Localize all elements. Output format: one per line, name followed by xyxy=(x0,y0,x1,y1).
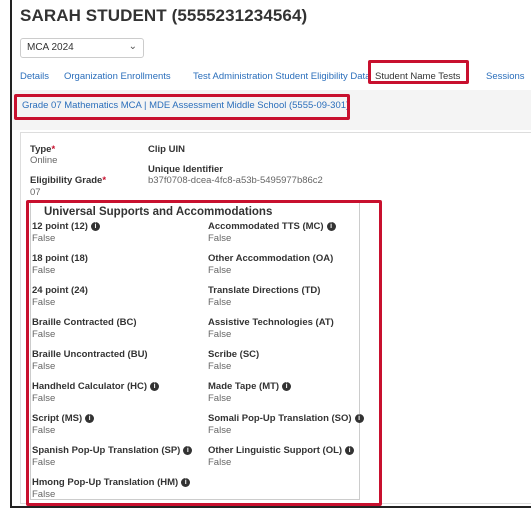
highlight-box-tab xyxy=(368,60,469,84)
chevron-down-icon: ⌄ xyxy=(128,41,137,52)
tab-eligibility-data[interactable]: Test Administration Student Eligibility … xyxy=(193,71,370,82)
type-value: Online xyxy=(30,155,58,166)
unique-identifier-label: Unique Identifier xyxy=(148,164,223,175)
type-label: Type* xyxy=(30,144,56,155)
student-detail-window: SARAH STUDENT (5555231234564) MCA 2024 ⌄… xyxy=(10,0,531,508)
tab-sessions[interactable]: Sessions xyxy=(486,71,525,82)
tab-details[interactable]: Details xyxy=(20,71,49,82)
eligibility-grade-value: 07 xyxy=(30,187,41,198)
eligibility-grade-label: Eligibility Grade* xyxy=(30,175,107,186)
clip-uin-label: Clip UIN xyxy=(148,144,185,155)
test-year-select[interactable]: MCA 2024 ⌄ xyxy=(20,38,144,58)
highlight-box-breadcrumb xyxy=(14,94,350,120)
page-title: SARAH STUDENT (5555231234564) xyxy=(20,6,308,25)
test-year-value: MCA 2024 xyxy=(27,42,74,53)
highlight-box-accommodations xyxy=(26,200,382,506)
tab-organization-enrollments[interactable]: Organization Enrollments xyxy=(64,71,171,82)
unique-identifier-value: b37f0708-dcea-4fc8-a53b-5495977b86c2 xyxy=(148,175,323,186)
